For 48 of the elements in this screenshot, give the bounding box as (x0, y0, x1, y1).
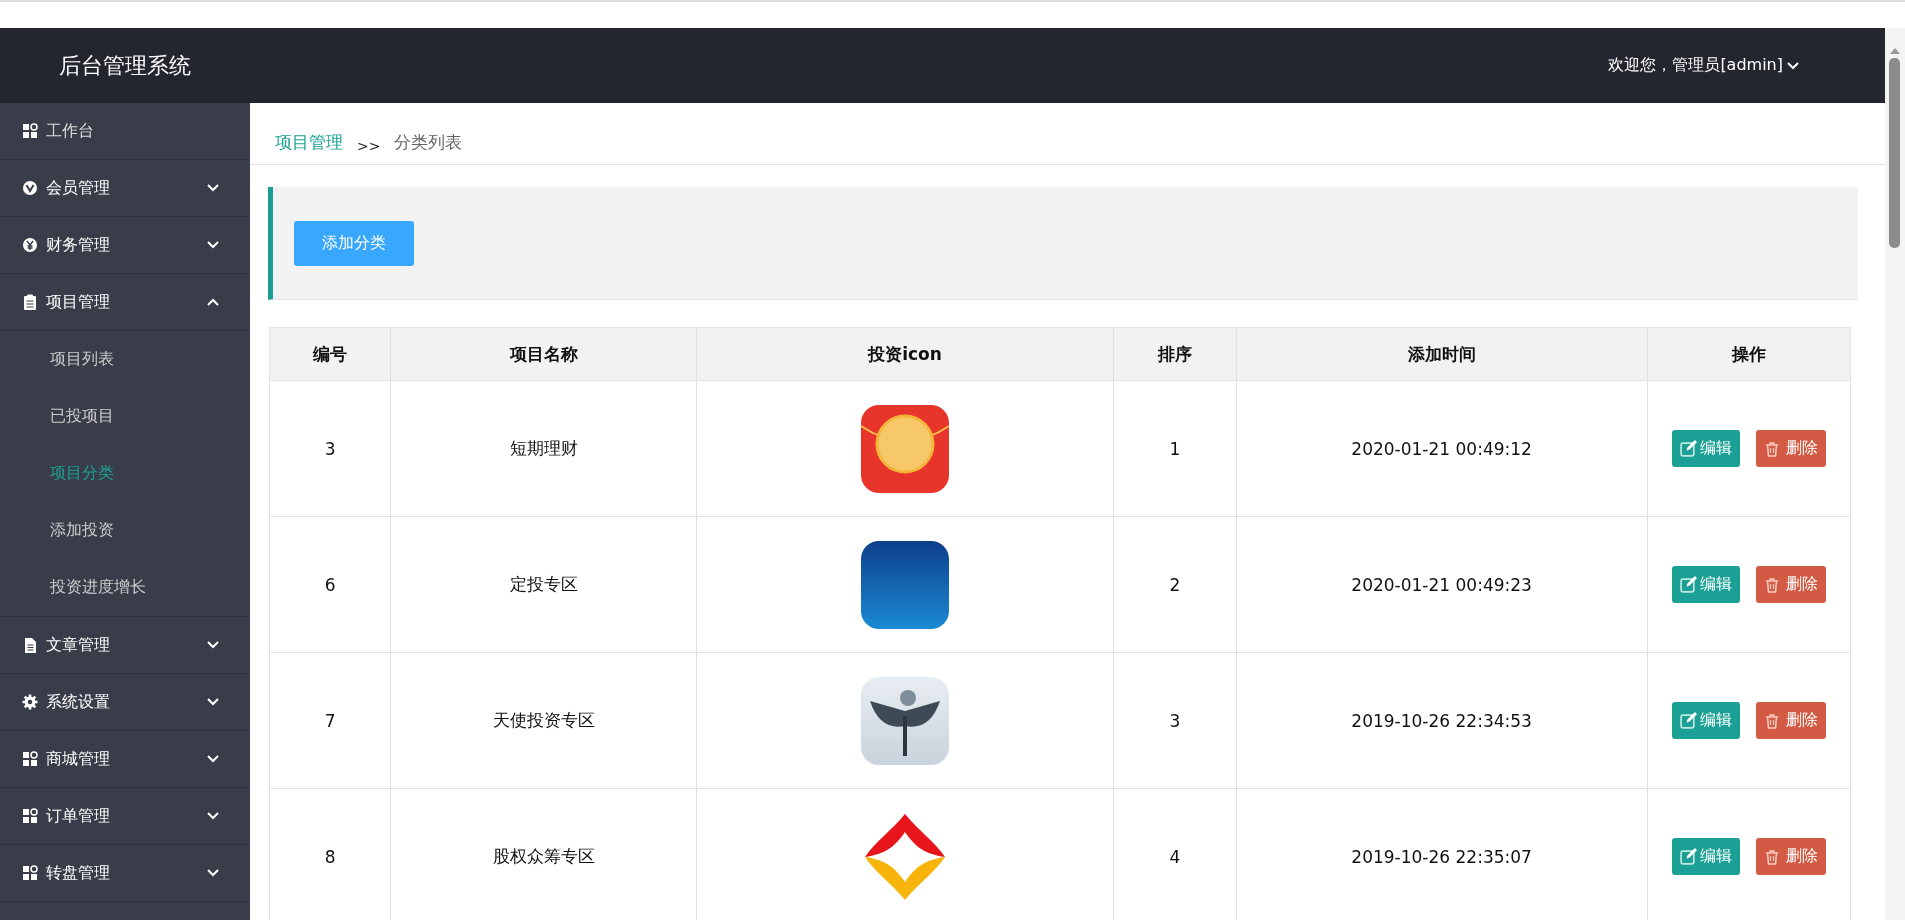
submenu-item[interactable]: 已投项目 (0, 388, 250, 445)
trash-icon (1763, 848, 1780, 865)
column-header: 项目名称 (390, 327, 697, 381)
table-cell: 2 (1113, 516, 1236, 653)
delete-button[interactable]: 删除 (1755, 430, 1826, 467)
table-cell: 3 (1113, 652, 1236, 789)
delete-button[interactable]: 删除 (1755, 702, 1826, 739)
edit-icon (1679, 712, 1697, 729)
app-title: 后台管理系统 (58, 51, 192, 80)
delete-button[interactable]: 删除 (1755, 566, 1826, 603)
column-header: 添加时间 (1236, 327, 1648, 381)
table-cell: 6 (269, 516, 391, 653)
edit-icon (1679, 576, 1697, 593)
trash-icon (1763, 440, 1780, 457)
dashboard-icon (22, 123, 38, 139)
column-header: 编号 (269, 327, 391, 381)
table-cell: 3 (269, 380, 391, 517)
edit-icon (1679, 440, 1697, 457)
delete-button[interactable]: 删除 (1755, 838, 1826, 875)
submenu-item[interactable]: 项目列表 (0, 331, 250, 388)
yen-circle-icon (22, 237, 38, 253)
dashboard-icon (22, 751, 38, 767)
dashboard-icon (22, 808, 38, 824)
table-cell: 天使投资专区 (390, 652, 697, 789)
column-header: 投资icon (696, 327, 1114, 381)
table-cell: 1 (1113, 380, 1236, 517)
clipboard-icon (22, 294, 38, 310)
v-circle-icon (22, 180, 38, 196)
table-cell: 7 (269, 652, 391, 789)
table-cell: 2020-01-21 00:49:23 (1236, 516, 1648, 653)
table-cell: 2020-01-21 00:49:12 (1236, 380, 1648, 517)
user-menu[interactable]: 欢迎您，管理员[admin] (1608, 55, 1800, 76)
document-icon (22, 637, 38, 653)
gear-icon (22, 694, 38, 710)
trash-icon (1763, 712, 1780, 729)
submenu-item[interactable]: 添加投资 (0, 502, 250, 559)
table-cell: 2019-10-26 22:34:53 (1236, 652, 1648, 789)
dashboard-icon (22, 865, 38, 881)
edit-icon (1679, 848, 1697, 865)
table-cell: 8 (269, 788, 391, 920)
breadcrumb-current: 分类列表 (394, 131, 463, 154)
breadcrumb-separator: >> (357, 138, 381, 154)
column-header: 操作 (1647, 327, 1851, 381)
column-header: 排序 (1113, 327, 1236, 381)
submenu-item[interactable]: 投资进度增长 (0, 559, 250, 616)
table-cell: 定投专区 (390, 516, 697, 653)
table-cell: 短期理财 (390, 380, 697, 517)
trash-icon (1763, 576, 1780, 593)
